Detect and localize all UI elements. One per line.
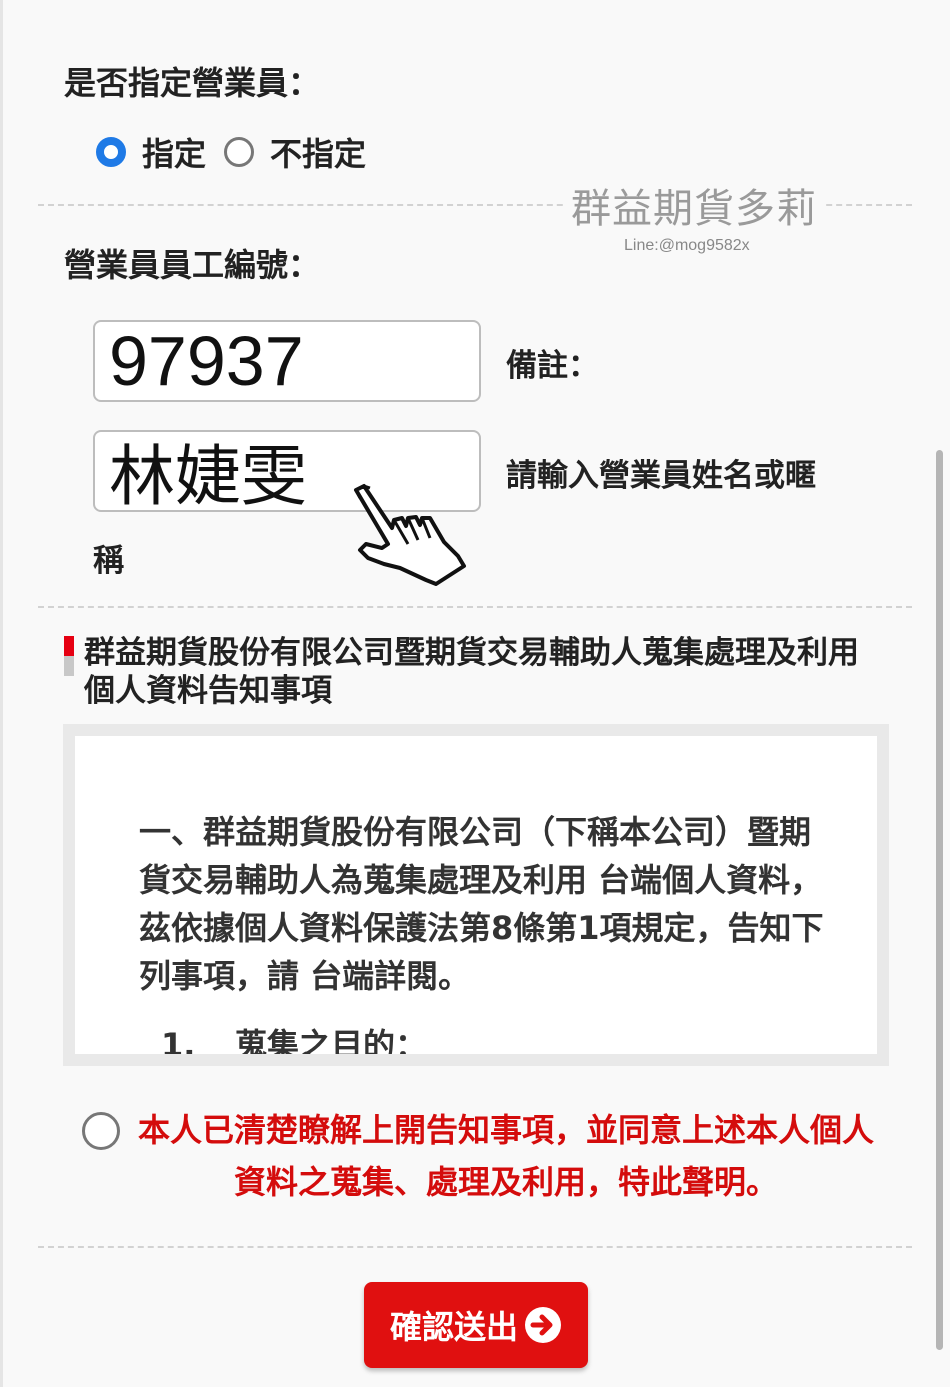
notice-body: 一、群益期貨股份有限公司（下稱本公司）暨期貨交易輔助人為蒐集處理及利用 台端個人… bbox=[139, 813, 824, 995]
scrollbar[interactable] bbox=[936, 450, 943, 1350]
not-designate-radio-label[interactable]: 不指定 bbox=[270, 129, 366, 175]
watermark-title: 群益期貨多莉 bbox=[565, 176, 823, 234]
left-edge bbox=[0, 0, 3, 1387]
agreement-text[interactable]: 本人已清楚瞭解上開告知事項，並同意上述本人個人資料之蒐集、處理及利用，特此聲明。 bbox=[126, 1104, 886, 1208]
notice-scroll-box[interactable]: 一、群益期貨股份有限公司（下稱本公司）暨期貨交易輔助人為蒐集處理及利用 台端個人… bbox=[63, 724, 889, 1066]
app-screen: 是否指定營業員： 指定 不指定 群益期貨多莉 Line:@mog9582x 營業… bbox=[0, 0, 950, 1387]
watermark-subtitle: Line:@mog9582x bbox=[624, 237, 750, 254]
arrow-right-circle-icon bbox=[525, 1307, 561, 1343]
designate-radio-group: 指定 不指定 bbox=[96, 130, 384, 174]
notice-item-number: 1. bbox=[161, 1026, 196, 1064]
title-accent-bar-grey bbox=[64, 656, 74, 676]
not-designate-radio[interactable] bbox=[224, 137, 255, 167]
employee-id-input[interactable]: 97937 bbox=[93, 320, 481, 402]
remark-label: 備註： bbox=[506, 348, 599, 384]
salesperson-name-hint: 請輸入營業員姓名或暱 bbox=[506, 458, 816, 494]
title-accent-bar bbox=[64, 636, 74, 656]
employee-id-label: 營業員員工編號： bbox=[64, 246, 321, 284]
submit-button[interactable]: 確認送出 bbox=[364, 1282, 588, 1368]
designate-radio[interactable] bbox=[96, 137, 126, 167]
agreement-radio[interactable] bbox=[82, 1112, 120, 1150]
notice-title: 群益期貨股份有限公司暨期貨交易輔助人蒐集處理及利用個人資料告知事項 bbox=[84, 635, 859, 709]
notice-item-text: 蒐集之目的： bbox=[235, 1026, 428, 1064]
designate-radio-label[interactable]: 指定 bbox=[142, 129, 206, 175]
salesperson-name-hint-wrap: 稱 bbox=[93, 543, 124, 579]
pointing-hand-icon bbox=[354, 484, 466, 586]
divider bbox=[38, 606, 912, 608]
divider bbox=[38, 1246, 912, 1248]
submit-button-label: 確認送出 bbox=[389, 1308, 518, 1346]
designate-label: 是否指定營業員： bbox=[64, 64, 321, 102]
notice-item: 1. 蒐集之目的： bbox=[161, 1020, 428, 1064]
